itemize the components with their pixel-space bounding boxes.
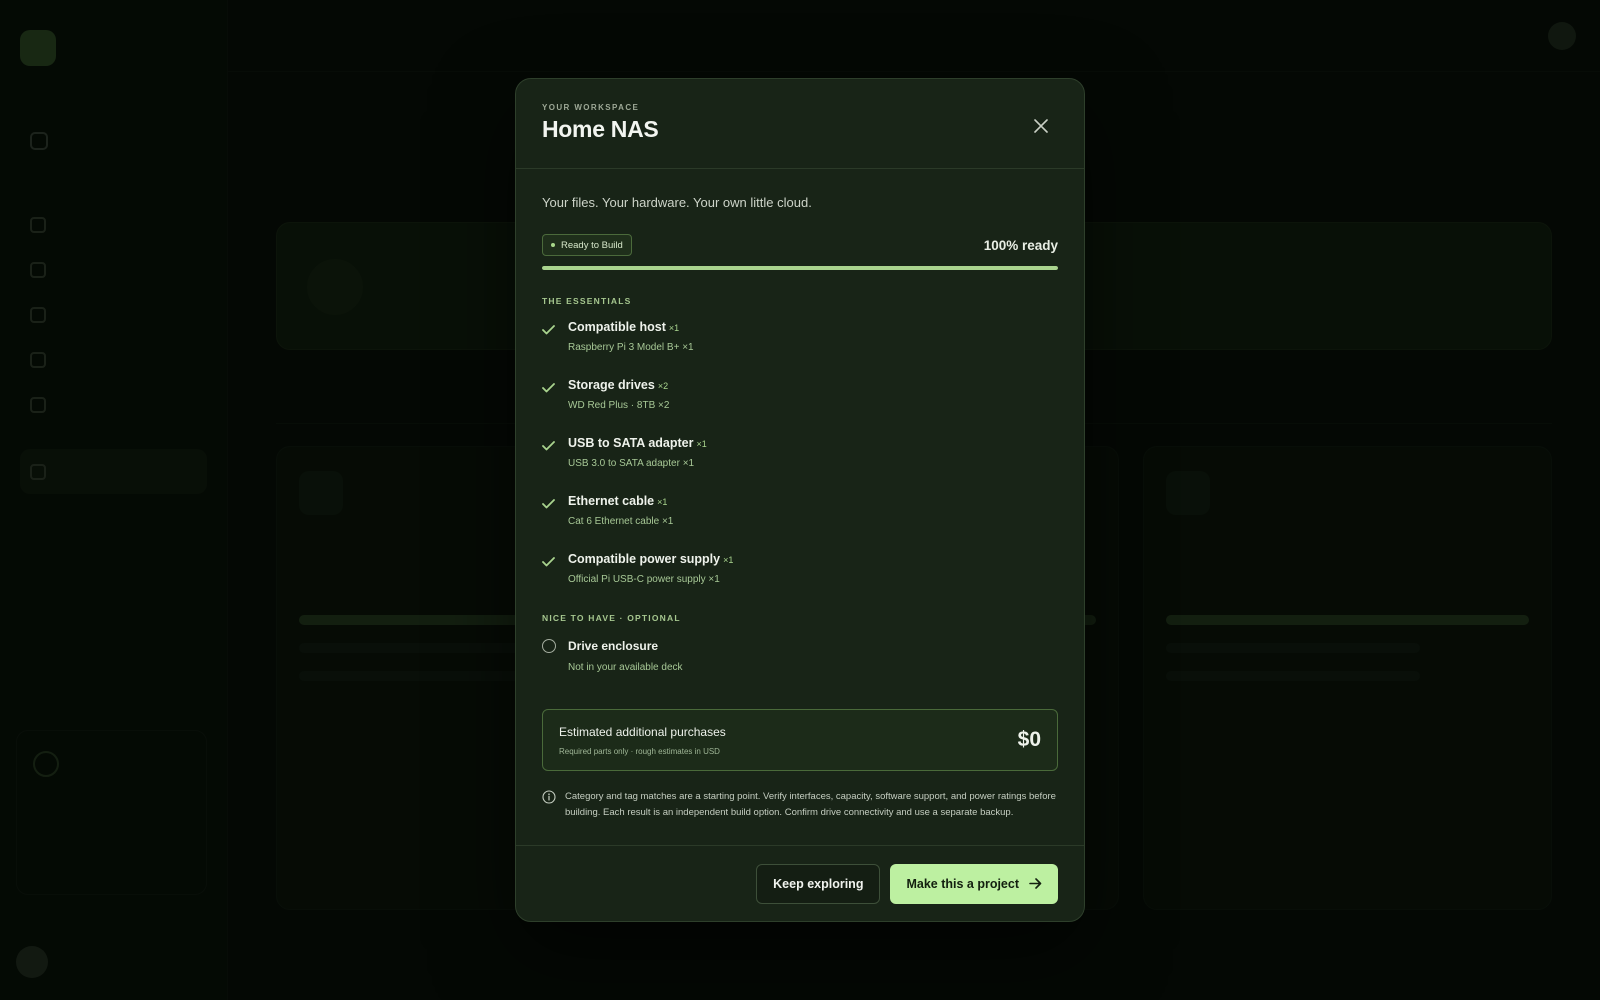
- requirement-qty: ×1: [668, 323, 680, 333]
- modal-footer: Keep exploring Make this a project: [516, 845, 1084, 921]
- check-icon: [542, 325, 555, 335]
- list-item: Storage drives ×2 WD Red Plus · 8TB ×2: [542, 378, 1058, 436]
- status-badge-label: Ready to Build: [561, 239, 623, 251]
- requirement-title: Ethernet cable: [568, 494, 655, 508]
- requirement-qty: ×1: [723, 555, 734, 565]
- estimate-title: Estimated additional purchases: [559, 724, 726, 739]
- readiness-text: 100% ready: [983, 237, 1058, 253]
- check-icon: [542, 441, 555, 451]
- optional-radio[interactable]: [542, 639, 556, 653]
- modal-tagline: Your files. Your hardware. Your own litt…: [542, 195, 812, 210]
- status-dot-icon: [551, 243, 555, 247]
- list-item: USB to SATA adapter ×1 USB 3.0 to SATA ad…: [542, 436, 1058, 494]
- check-icon: [542, 499, 555, 509]
- readiness-progress-fill: [542, 266, 1058, 270]
- modal-header: YOUR WORKSPACE Home NAS: [516, 79, 1084, 169]
- essentials-list: Compatible host ×1 Raspberry Pi 3 Model B…: [542, 320, 1058, 610]
- info-icon: [542, 790, 556, 804]
- estimate-subtitle: Required parts only · rough estimates in…: [559, 746, 720, 756]
- requirement-qty: ×1: [657, 497, 668, 507]
- make-project-label: Make this a project: [906, 876, 1019, 891]
- check-icon: [542, 383, 555, 393]
- optional-label: NICE TO HAVE · OPTIONAL: [542, 613, 681, 623]
- modal-body: Your files. Your hardware. Your own litt…: [516, 169, 1084, 820]
- optional-detail: Not in your available deck: [568, 662, 683, 673]
- requirement-title: Storage drives: [568, 378, 655, 392]
- keep-exploring-button[interactable]: Keep exploring: [756, 863, 881, 904]
- make-project-button[interactable]: Make this a project: [890, 863, 1058, 904]
- arrow-right-icon: [1029, 878, 1042, 889]
- disclaimer: Category and tag matches are a starting …: [542, 789, 1058, 820]
- list-item: Compatible power supply ×1 Official Pi US…: [542, 552, 1058, 610]
- requirement-qty: ×2: [657, 381, 669, 391]
- requirement-detail: Cat 6 Ethernet cable ×1: [568, 516, 674, 527]
- status-row: Ready to Build 100% ready: [542, 234, 1058, 256]
- close-icon: [1034, 119, 1048, 133]
- requirement-detail: Official Pi USB-C power supply ×1: [568, 574, 720, 585]
- requirement-detail: Raspberry Pi 3 Model B+ ×1: [568, 342, 694, 353]
- readiness-progress-bar: [542, 266, 1058, 270]
- status-badge: Ready to Build: [542, 234, 632, 256]
- disclaimer-text: Category and tag matches are a starting …: [565, 791, 1056, 818]
- close-button[interactable]: [1026, 111, 1056, 141]
- modal-kicker: YOUR WORKSPACE: [542, 103, 640, 112]
- requirement-title: Compatible host: [568, 320, 666, 334]
- requirement-title: USB to SATA adapter: [568, 436, 694, 450]
- optional-title: Drive enclosure: [568, 639, 659, 653]
- check-icon: [542, 557, 555, 567]
- essentials-label: THE ESSENTIALS: [542, 296, 632, 306]
- requirement-detail: WD Red Plus · 8TB ×2: [568, 400, 670, 411]
- modal-title: Home NAS: [542, 116, 659, 142]
- requirement-qty: ×1: [696, 439, 707, 449]
- list-item: Compatible host ×1 Raspberry Pi 3 Model B…: [542, 320, 1058, 378]
- optional-item[interactable]: Drive enclosure Not in your available de…: [542, 637, 1058, 691]
- list-item: Ethernet cable ×1 Cat 6 Ethernet cable ×1: [542, 494, 1058, 552]
- requirement-title: Compatible power supply: [568, 552, 721, 566]
- estimate-value: $0: [1017, 728, 1041, 751]
- build-detail-modal: YOUR WORKSPACE Home NAS Your files. Your…: [515, 78, 1085, 922]
- estimate-card: Estimated additional purchases Required …: [542, 709, 1058, 771]
- requirement-detail: USB 3.0 to SATA adapter ×1: [568, 458, 695, 469]
